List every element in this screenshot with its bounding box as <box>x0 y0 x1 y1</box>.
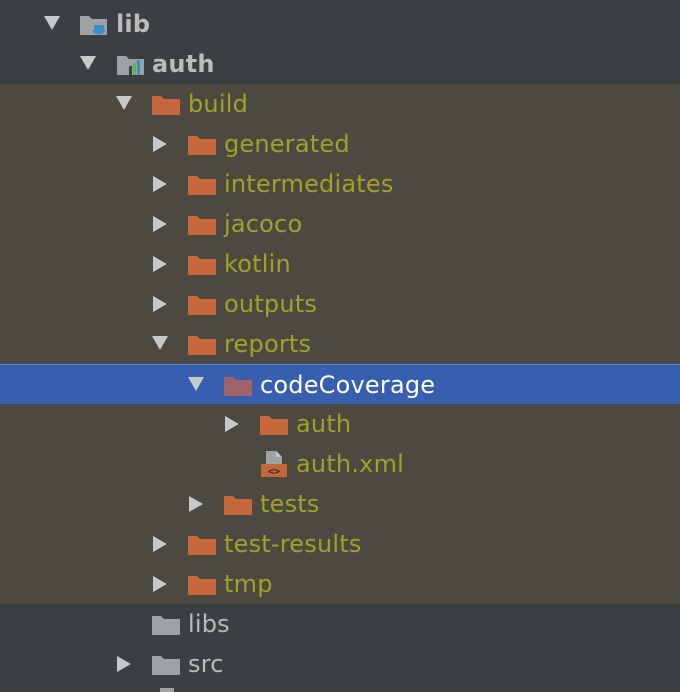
expand-arrow-icon[interactable] <box>152 336 168 350</box>
tree-row-outputs[interactable]: outputs <box>0 284 680 324</box>
tree-item-label: auth <box>296 410 352 438</box>
tree-row-jacoco[interactable]: jacoco <box>0 204 680 244</box>
tree-row-intermediates[interactable]: intermediates <box>0 164 680 204</box>
tree-item-label: libs <box>188 610 230 638</box>
excluded-folder-icon <box>187 173 217 195</box>
tree-row-partial <box>0 684 680 692</box>
excluded-folder-icon <box>259 413 289 435</box>
excluded-folder-icon <box>187 293 217 315</box>
collapse-arrow-icon[interactable] <box>153 256 167 272</box>
collapse-arrow-icon[interactable] <box>189 496 203 512</box>
excluded-folder-icon <box>187 253 217 275</box>
collapse-arrow-icon[interactable] <box>153 576 167 592</box>
collapse-arrow-icon[interactable] <box>117 656 131 672</box>
tree-row-test-results[interactable]: test-results <box>0 524 680 564</box>
svg-text:<>: <> <box>268 467 280 478</box>
tree-row-tests[interactable]: tests <box>0 484 680 524</box>
tree-item-label: auth.xml <box>296 450 405 478</box>
tree-item-label: outputs <box>224 290 318 318</box>
file-icon <box>160 688 174 692</box>
tree-item-label: test-results <box>224 530 362 558</box>
tree-row-codecoverage[interactable]: codeCoverage <box>0 364 680 404</box>
excluded-folder-icon <box>187 133 217 155</box>
excluded-folder-icon <box>223 493 253 515</box>
tree-item-label: reports <box>224 330 312 358</box>
tree-item-label: codeCoverage <box>260 371 436 399</box>
tree-item-label: kotlin <box>224 250 291 278</box>
tree-item-label: lib <box>116 10 151 38</box>
folder-icon <box>151 653 181 675</box>
tree-item-label: generated <box>224 130 350 158</box>
collapse-arrow-icon[interactable] <box>153 296 167 312</box>
tree-item-label: src <box>188 650 224 678</box>
excluded-folder-icon <box>187 213 217 235</box>
tree-row-lib[interactable]: lib <box>0 4 680 44</box>
folder-icon <box>151 613 181 635</box>
tree-row-src[interactable]: src <box>0 644 680 684</box>
excluded-folder-icon <box>187 573 217 595</box>
tree-row-generated[interactable]: generated <box>0 124 680 164</box>
tree-row-auth-xml[interactable]: <> auth.xml <box>0 444 680 484</box>
excluded-folder-icon <box>223 374 253 396</box>
expand-arrow-icon[interactable] <box>44 16 60 30</box>
tree-row-auth-folder[interactable]: auth <box>0 404 680 444</box>
tree-row-kotlin[interactable]: kotlin <box>0 244 680 284</box>
expand-arrow-icon[interactable] <box>80 56 96 70</box>
collapse-arrow-icon[interactable] <box>225 416 239 432</box>
android-module-folder-icon <box>116 53 146 75</box>
expand-arrow-icon[interactable] <box>188 377 204 391</box>
excluded-folder-icon <box>187 333 217 355</box>
tree-item-label: tests <box>260 490 320 518</box>
project-tree: lib auth build generated intermediates j… <box>0 0 680 692</box>
tree-row-build[interactable]: build <box>0 84 680 124</box>
collapse-arrow-icon[interactable] <box>153 176 167 192</box>
excluded-folder-icon <box>151 93 181 115</box>
tree-item-label: tmp <box>224 570 273 598</box>
collapse-arrow-icon[interactable] <box>153 136 167 152</box>
tree-item-label: build <box>188 90 249 118</box>
excluded-folder-icon <box>187 533 217 555</box>
module-folder-icon <box>79 13 109 35</box>
collapse-arrow-icon[interactable] <box>153 216 167 232</box>
tree-row-auth-module[interactable]: auth <box>0 44 680 84</box>
tree-row-libs[interactable]: libs <box>0 604 680 644</box>
xml-file-icon: <> <box>260 450 290 478</box>
tree-row-reports[interactable]: reports <box>0 324 680 364</box>
tree-item-label: jacoco <box>224 210 303 238</box>
collapse-arrow-icon[interactable] <box>153 536 167 552</box>
tree-item-label: auth <box>152 50 215 78</box>
expand-arrow-icon[interactable] <box>116 96 132 110</box>
tree-row-tmp[interactable]: tmp <box>0 564 680 604</box>
tree-item-label: intermediates <box>224 170 394 198</box>
